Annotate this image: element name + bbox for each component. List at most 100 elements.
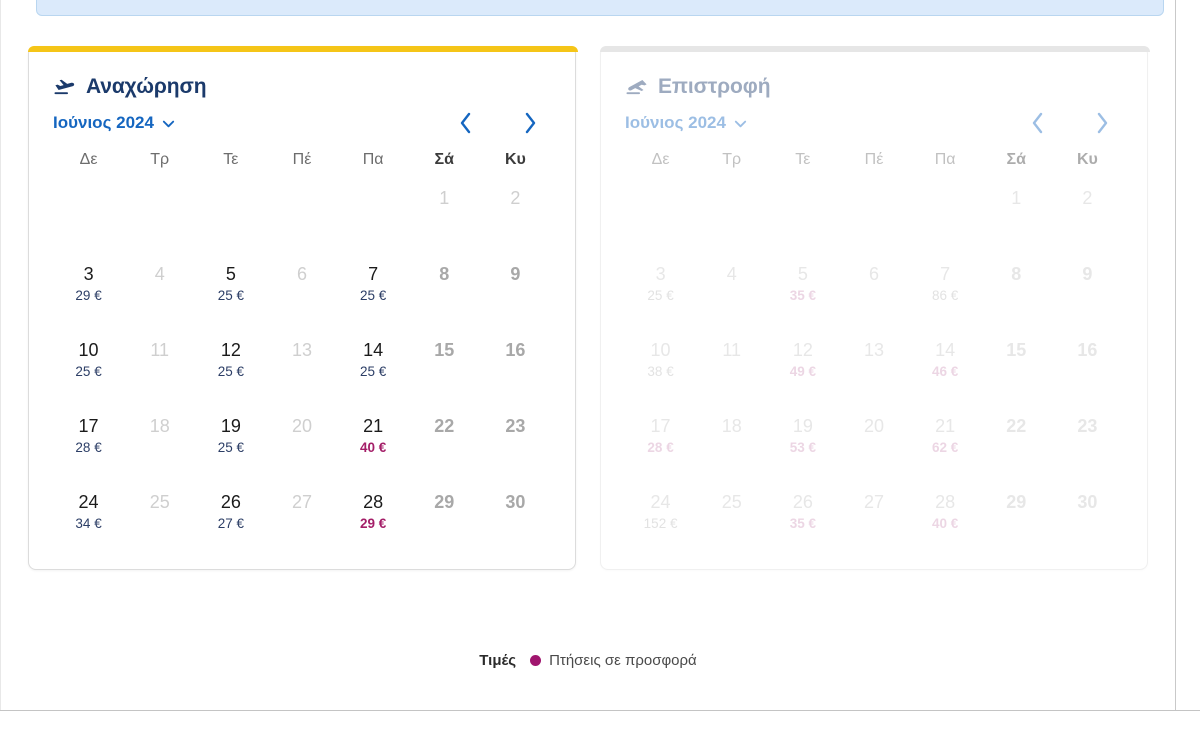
month-selector-departure[interactable]: Ιούνιος 2024	[53, 113, 176, 133]
weekday-label: Δε	[651, 151, 670, 168]
empty-day-cell	[53, 175, 124, 245]
day-number: 6	[868, 264, 879, 284]
calendar-accent-bar	[600, 46, 1150, 52]
day-number: 8	[1011, 264, 1022, 284]
day-number: 10	[78, 340, 99, 360]
info-panel	[36, 0, 1164, 16]
calendar-day-cell: 18	[696, 403, 767, 473]
calendar-day-cell[interactable]: 19 53 €	[767, 403, 838, 473]
day-number: 26	[792, 492, 813, 512]
day-number: 8	[439, 264, 450, 284]
chevron-right-icon[interactable]	[1091, 109, 1113, 137]
weekday-label: Σά	[1006, 151, 1026, 168]
weekday-label: Πα	[934, 151, 956, 168]
calendar-day-cell: 22	[981, 403, 1052, 473]
page-frame-left-edge	[0, 0, 1, 711]
calendar-day-cell: 29	[981, 479, 1052, 549]
day-price: 27 €	[217, 516, 244, 531]
day-price: 38 €	[647, 364, 674, 379]
calendar-day-cell[interactable]: 10 38 €	[625, 327, 696, 397]
day-price: 40 €	[931, 516, 959, 531]
calendar-day-cell[interactable]: 7 25 €	[338, 251, 409, 321]
day-number: 5	[225, 264, 236, 284]
day-number: 4	[154, 264, 165, 284]
calendar-day-cell: 20	[838, 403, 909, 473]
calendar-day-cell[interactable]: 17 28 €	[625, 403, 696, 473]
day-number: 25	[721, 492, 742, 512]
calendar-day-cell: 27	[838, 479, 909, 549]
calendar-day-cell[interactable]: 3 25 €	[625, 251, 696, 321]
weekday-label: Σά	[434, 151, 454, 168]
page-frame-right-edge	[1175, 0, 1176, 711]
day-number: 28	[363, 492, 384, 512]
month-selector-return[interactable]: Ιούνιος 2024	[625, 113, 748, 133]
weekday-label: Τρ	[722, 151, 742, 168]
calendar-day-cell: 20	[266, 403, 337, 473]
day-number: 15	[434, 340, 455, 360]
day-number: 2	[510, 188, 521, 208]
day-number: 16	[505, 340, 526, 360]
chevron-left-icon[interactable]	[1027, 109, 1049, 137]
calendar-title-return: Επιστροφή	[625, 75, 1123, 99]
day-number: 24	[78, 492, 99, 512]
calendar-day-cell: 1	[981, 175, 1052, 245]
weekday-label: Πα	[362, 151, 384, 168]
calendar-day-cell: 23	[480, 403, 551, 473]
calendar-day-cell[interactable]: 26 35 €	[767, 479, 838, 549]
calendar-day-cell[interactable]: 28 29 €	[338, 479, 409, 549]
calendar-day-cell[interactable]: 28 40 €	[910, 479, 981, 549]
calendar-day-cell: 30	[480, 479, 551, 549]
calendar-day-cell[interactable]: 21 40 €	[338, 403, 409, 473]
calendar-day-cell[interactable]: 21 62 €	[910, 403, 981, 473]
calendar-day-cell[interactable]: 12 49 €	[767, 327, 838, 397]
empty-day-cell	[195, 175, 266, 245]
day-number: 7	[368, 264, 379, 284]
calendar-day-cell[interactable]: 24 152 €	[625, 479, 696, 549]
day-number: 21	[935, 416, 956, 436]
calendar-day-cell[interactable]: 14 46 €	[910, 327, 981, 397]
calendar-day-cell[interactable]: 17 28 €	[53, 403, 124, 473]
weekday-label: Κυ	[504, 151, 526, 168]
calendar-day-cell: 13	[266, 327, 337, 397]
day-number: 24	[650, 492, 671, 512]
day-price: 34 €	[75, 516, 102, 531]
day-number: 5	[797, 264, 808, 284]
day-price: 25 €	[359, 288, 387, 303]
day-number: 12	[220, 340, 241, 360]
calendar-day-cell[interactable]: 3 29 €	[53, 251, 124, 321]
calendar-day-cell[interactable]: 14 25 €	[338, 327, 409, 397]
calendar-week-row: 24 152 € 25 26 35 € 27 28 40 € 29 30	[625, 479, 1123, 549]
calendar-day-cell: 2	[1052, 175, 1123, 245]
calendar-day-cell: 27	[266, 479, 337, 549]
calendar-day-cell[interactable]: 5 25 €	[195, 251, 266, 321]
chevron-right-icon[interactable]	[519, 109, 541, 137]
calendar-day-cell[interactable]: 12 25 €	[195, 327, 266, 397]
calendar-day-cell[interactable]: 10 25 €	[53, 327, 124, 397]
day-price: 25 €	[75, 364, 102, 379]
calendar-day-cell: 25	[696, 479, 767, 549]
calendar-day-cell[interactable]: 5 35 €	[767, 251, 838, 321]
chevron-left-icon[interactable]	[455, 109, 477, 137]
day-number: 22	[1006, 416, 1027, 436]
day-number: 30	[505, 492, 526, 512]
plane-departure-icon	[54, 79, 75, 95]
chevron-down-icon[interactable]	[733, 116, 748, 131]
calendar-day-cell: 18	[124, 403, 195, 473]
day-price: 62 €	[931, 440, 959, 455]
calendar-day-cell[interactable]: 19 25 €	[195, 403, 266, 473]
calendar-day-cell: 29	[409, 479, 480, 549]
month-label: Ιούνιος 2024	[53, 113, 154, 132]
calendar-day-cell[interactable]: 26 27 €	[195, 479, 266, 549]
calendar-day-cell[interactable]: 24 34 €	[53, 479, 124, 549]
calendar-day-cell[interactable]: 7 86 €	[910, 251, 981, 321]
chevron-down-icon[interactable]	[161, 116, 176, 131]
legend-sale-label: Πτήσεις σε προσφορά	[549, 652, 697, 669]
day-number: 21	[363, 416, 384, 436]
month-nav-arrows	[455, 109, 551, 137]
day-number: 29	[1006, 492, 1027, 512]
day-price: 29 €	[359, 516, 387, 531]
empty-day-cell	[625, 175, 696, 245]
calendar-day-cell: 1	[409, 175, 480, 245]
day-number: 19	[220, 416, 241, 436]
plane-arrival-icon	[626, 80, 647, 95]
